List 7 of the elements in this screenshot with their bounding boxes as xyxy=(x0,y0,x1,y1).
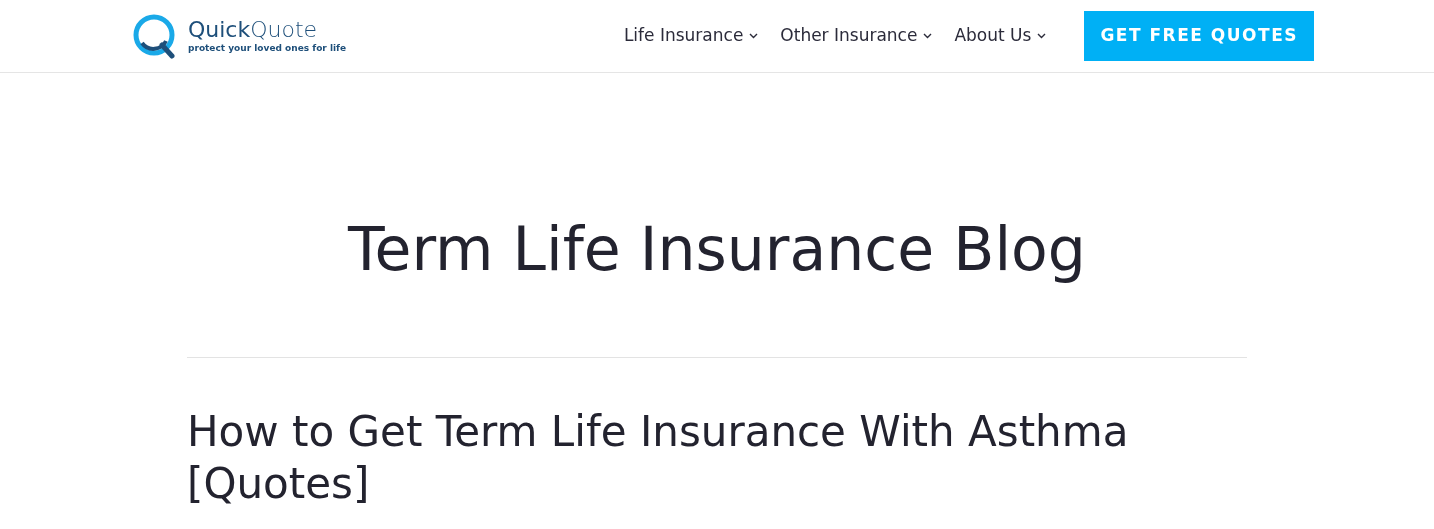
post-title[interactable]: How to Get Term Life Insurance With Asthma [Quotes] xyxy=(187,406,1147,510)
logo-tagline: protect your loved ones for life xyxy=(188,42,347,54)
nav-link[interactable]: About Us xyxy=(954,23,1047,49)
nav-link[interactable]: Life Insurance xyxy=(623,23,759,49)
page-title: Term Life Insurance Blog xyxy=(346,213,1087,286)
logo-wordmark[interactable]: QuickQuote xyxy=(188,18,347,42)
nav-link[interactable]: Other Insurance xyxy=(780,23,933,49)
